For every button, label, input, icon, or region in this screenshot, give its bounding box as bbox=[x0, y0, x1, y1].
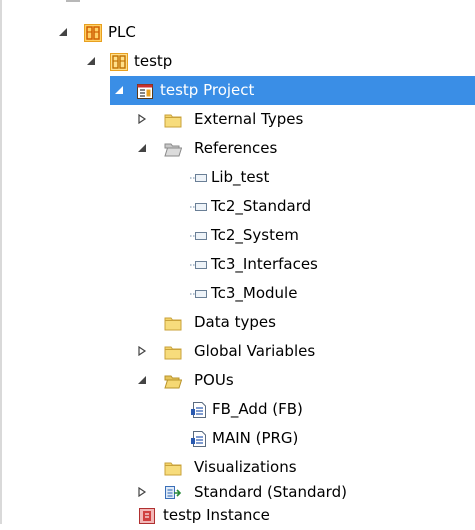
tree-item-tc3-module[interactable]: Tc3_Module bbox=[0, 279, 475, 308]
tree-item-testp[interactable]: testp bbox=[0, 47, 475, 76]
folder-icon bbox=[164, 343, 182, 361]
library-reference-icon bbox=[190, 227, 208, 245]
library-reference-icon bbox=[190, 256, 208, 274]
folder-icon bbox=[164, 459, 182, 477]
plc-instance-icon bbox=[138, 507, 156, 525]
tree-item-fb-add[interactable]: FB_Add (FB) bbox=[0, 395, 475, 424]
tree-item-label: MAIN (PRG) bbox=[212, 429, 299, 447]
folder-open-icon bbox=[164, 140, 182, 158]
expanded-arrow-icon[interactable] bbox=[114, 85, 124, 95]
tree-item-plc[interactable]: PLC bbox=[0, 18, 475, 47]
expanded-arrow-icon[interactable] bbox=[58, 27, 68, 37]
tree-item-label: Tc2_System bbox=[211, 226, 299, 244]
plc-project-file-icon bbox=[136, 82, 154, 100]
tree-item-testp-instance[interactable]: testp Instance bbox=[0, 501, 475, 530]
library-reference-icon bbox=[190, 285, 208, 303]
tree-item-label: PLC bbox=[108, 23, 136, 41]
tree-item-data-types[interactable]: Data types bbox=[0, 308, 475, 337]
task-reference-icon bbox=[164, 484, 182, 502]
tree-item-label: Data types bbox=[194, 313, 276, 331]
tree-item-tc3-interfaces[interactable]: Tc3_Interfaces bbox=[0, 250, 475, 279]
tree-item-external-types[interactable]: External Types bbox=[0, 105, 475, 134]
tree-item-tc2-standard[interactable]: Tc2_Standard bbox=[0, 192, 475, 221]
expanded-arrow-icon[interactable] bbox=[137, 375, 147, 385]
folder-icon bbox=[164, 314, 182, 332]
folder-icon bbox=[164, 111, 182, 129]
tree-item-pous[interactable]: POUs bbox=[0, 366, 475, 395]
pou-icon bbox=[190, 430, 208, 448]
tree-item-main[interactable]: MAIN (PRG) bbox=[0, 424, 475, 453]
tree-item-label: Tc3_Interfaces bbox=[211, 255, 318, 273]
tree-item-label: Global Variables bbox=[194, 342, 316, 360]
solution-explorer-tree: PLC testp testp Project External Types R… bbox=[0, 0, 475, 524]
pou-icon bbox=[190, 401, 208, 419]
collapsed-arrow-icon[interactable] bbox=[137, 346, 147, 356]
folder-open-icon bbox=[164, 372, 182, 390]
library-reference-icon bbox=[190, 198, 208, 216]
tree-item-label: FB_Add (FB) bbox=[212, 400, 303, 418]
tree-item-label: testp bbox=[134, 52, 173, 70]
tree-item-label: Tc3_Module bbox=[211, 284, 298, 302]
collapsed-arrow-icon[interactable] bbox=[137, 114, 147, 124]
expanded-arrow-icon[interactable] bbox=[86, 56, 96, 66]
tree-item-label: External Types bbox=[194, 110, 304, 128]
library-reference-icon bbox=[190, 169, 208, 187]
tree-item-label: testp Project bbox=[160, 81, 255, 99]
tree-item-label: POUs bbox=[194, 371, 234, 389]
tree-item-label: Lib_test bbox=[211, 168, 270, 186]
tree-item-tc2-system[interactable]: Tc2_System bbox=[0, 221, 475, 250]
tree-item-testp-project[interactable]: testp Project bbox=[110, 76, 475, 105]
tree-item-label: References bbox=[194, 139, 278, 157]
tree-item-references[interactable]: References bbox=[0, 134, 475, 163]
expanded-arrow-icon[interactable] bbox=[137, 143, 147, 153]
tree-item-label: Tc2_Standard bbox=[211, 197, 312, 215]
plc-module-icon bbox=[84, 24, 102, 42]
tree-item-lib-test[interactable]: Lib_test bbox=[0, 163, 475, 192]
tree-item-global-variables[interactable]: Global Variables bbox=[0, 337, 475, 366]
tree-item-label: testp Instance bbox=[163, 506, 270, 524]
collapsed-arrow-icon[interactable] bbox=[137, 487, 147, 497]
plc-project-icon bbox=[110, 53, 128, 71]
